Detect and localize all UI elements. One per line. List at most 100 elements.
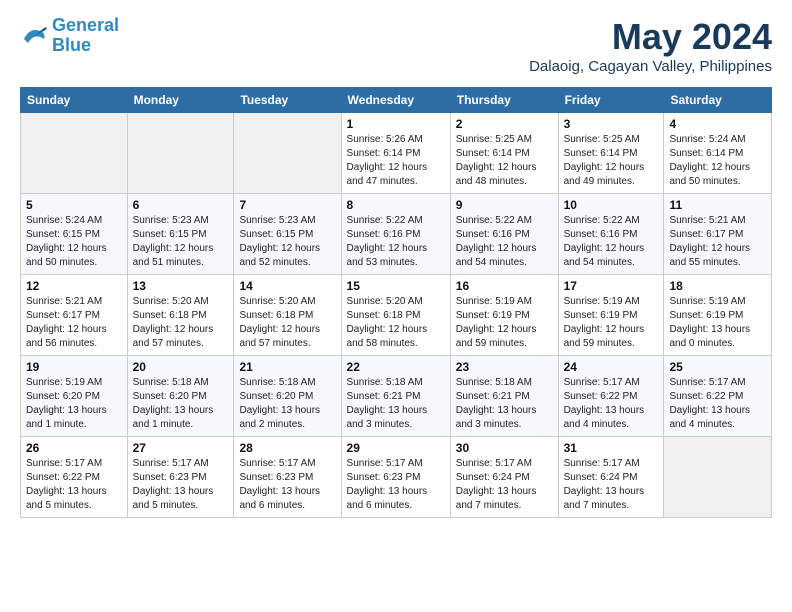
title-area: May 2024 Dalaoig, Cagayan Valley, Philip… [529, 16, 772, 75]
month-title: May 2024 [529, 16, 772, 58]
cell-info: Sunrise: 5:19 AMSunset: 6:19 PMDaylight:… [456, 295, 553, 351]
day-number: 4 [669, 117, 766, 131]
table-row: 8 Sunrise: 5:22 AMSunset: 6:16 PMDaylight… [341, 194, 450, 275]
day-number: 25 [669, 360, 766, 374]
cell-info: Sunrise: 5:21 AMSunset: 6:17 PMDaylight:… [26, 295, 122, 351]
day-number: 14 [239, 279, 335, 293]
cell-info: Sunrise: 5:23 AMSunset: 6:15 PMDaylight:… [239, 214, 335, 270]
day-number: 30 [456, 441, 553, 455]
logo-text: General Blue [52, 16, 119, 56]
table-row: 24 Sunrise: 5:17 AMSunset: 6:22 PMDayligh… [558, 356, 664, 437]
day-number: 16 [456, 279, 553, 293]
logo-blue: Blue [52, 35, 91, 55]
cell-info: Sunrise: 5:20 AMSunset: 6:18 PMDaylight:… [239, 295, 335, 351]
table-row: 26 Sunrise: 5:17 AMSunset: 6:22 PMDayligh… [21, 437, 128, 518]
day-number: 19 [26, 360, 122, 374]
table-row: 4 Sunrise: 5:24 AMSunset: 6:14 PMDaylight… [664, 113, 772, 194]
weekday-header-tuesday: Tuesday [234, 88, 341, 113]
day-number: 29 [347, 441, 445, 455]
table-row: 12Sunrise: 5:21 AMSunset: 6:17 PMDayligh… [21, 275, 128, 356]
table-row: 19Sunrise: 5:19 AMSunset: 6:20 PMDayligh… [21, 356, 128, 437]
table-row: 13 Sunrise: 5:20 AMSunset: 6:18 PMDayligh… [127, 275, 234, 356]
table-row: 28Sunrise: 5:17 AMSunset: 6:23 PMDayligh… [234, 437, 341, 518]
day-number: 20 [133, 360, 229, 374]
cell-info: Sunrise: 5:18 AMSunset: 6:20 PMDaylight:… [239, 376, 335, 432]
table-row: 17Sunrise: 5:19 AMSunset: 6:19 PMDayligh… [558, 275, 664, 356]
table-row: 23 Sunrise: 5:18 AMSunset: 6:21 PMDayligh… [450, 356, 558, 437]
cell-info: Sunrise: 5:21 AMSunset: 6:17 PMDaylight:… [669, 214, 766, 270]
weekday-header-friday: Friday [558, 88, 664, 113]
table-row: 2Sunrise: 5:25 AMSunset: 6:14 PMDaylight… [450, 113, 558, 194]
cell-info: Sunrise: 5:17 AMSunset: 6:23 PMDaylight:… [347, 457, 445, 513]
table-row: 27Sunrise: 5:17 AMSunset: 6:23 PMDayligh… [127, 437, 234, 518]
table-row: 15Sunrise: 5:20 AMSunset: 6:18 PMDayligh… [341, 275, 450, 356]
weekday-header-saturday: Saturday [664, 88, 772, 113]
day-number: 2 [456, 117, 553, 131]
cell-info: Sunrise: 5:22 AMSunset: 6:16 PMDaylight:… [347, 214, 445, 270]
day-number: 24 [564, 360, 659, 374]
table-row: 22Sunrise: 5:18 AMSunset: 6:21 PMDayligh… [341, 356, 450, 437]
table-row: 9 Sunrise: 5:22 AMSunset: 6:16 PMDaylight… [450, 194, 558, 275]
table-row: 16 Sunrise: 5:19 AMSunset: 6:19 PMDayligh… [450, 275, 558, 356]
day-number: 11 [669, 198, 766, 212]
cell-info: Sunrise: 5:17 AMSunset: 6:22 PMDaylight:… [26, 457, 122, 513]
week-row-4: 19Sunrise: 5:19 AMSunset: 6:20 PMDayligh… [21, 356, 772, 437]
cell-info: Sunrise: 5:24 AMSunset: 6:15 PMDaylight:… [26, 214, 122, 270]
cell-info: Sunrise: 5:18 AMSunset: 6:21 PMDaylight:… [347, 376, 445, 432]
day-number: 3 [564, 117, 659, 131]
logo: General Blue [20, 16, 119, 56]
day-number: 18 [669, 279, 766, 293]
day-number: 6 [133, 198, 229, 212]
table-row: 18 Sunrise: 5:19 AMSunset: 6:19 PMDayligh… [664, 275, 772, 356]
cell-info: Sunrise: 5:19 AMSunset: 6:19 PMDaylight:… [669, 295, 766, 351]
logo-general: General [52, 15, 119, 35]
location-title: Dalaoig, Cagayan Valley, Philippines [529, 58, 772, 75]
table-row: 3 Sunrise: 5:25 AMSunset: 6:14 PMDaylight… [558, 113, 664, 194]
cell-info: Sunrise: 5:23 AMSunset: 6:15 PMDaylight:… [133, 214, 229, 270]
table-row: 6 Sunrise: 5:23 AMSunset: 6:15 PMDaylight… [127, 194, 234, 275]
table-row: 11 Sunrise: 5:21 AMSunset: 6:17 PMDayligh… [664, 194, 772, 275]
day-number: 21 [239, 360, 335, 374]
table-row: 10Sunrise: 5:22 AMSunset: 6:16 PMDayligh… [558, 194, 664, 275]
day-number: 15 [347, 279, 445, 293]
cell-info: Sunrise: 5:17 AMSunset: 6:22 PMDaylight:… [669, 376, 766, 432]
day-number: 9 [456, 198, 553, 212]
table-row: 30 Sunrise: 5:17 AMSunset: 6:24 PMDayligh… [450, 437, 558, 518]
table-row: 20Sunrise: 5:18 AMSunset: 6:20 PMDayligh… [127, 356, 234, 437]
table-row: 7 Sunrise: 5:23 AMSunset: 6:15 PMDaylight… [234, 194, 341, 275]
day-number: 7 [239, 198, 335, 212]
day-number: 26 [26, 441, 122, 455]
day-number: 10 [564, 198, 659, 212]
week-row-1: 1Sunrise: 5:26 AMSunset: 6:14 PMDaylight… [21, 113, 772, 194]
cell-info: Sunrise: 5:18 AMSunset: 6:21 PMDaylight:… [456, 376, 553, 432]
cell-info: Sunrise: 5:22 AMSunset: 6:16 PMDaylight:… [456, 214, 553, 270]
week-row-5: 26 Sunrise: 5:17 AMSunset: 6:22 PMDayligh… [21, 437, 772, 518]
cell-info: Sunrise: 5:17 AMSunset: 6:22 PMDaylight:… [564, 376, 659, 432]
cell-info: Sunrise: 5:17 AMSunset: 6:24 PMDaylight:… [456, 457, 553, 513]
table-row: 29 Sunrise: 5:17 AMSunset: 6:23 PMDayligh… [341, 437, 450, 518]
table-row [21, 113, 128, 194]
cell-info: Sunrise: 5:17 AMSunset: 6:23 PMDaylight:… [239, 457, 335, 513]
cell-info: Sunrise: 5:17 AMSunset: 6:24 PMDaylight:… [564, 457, 659, 513]
cell-info: Sunrise: 5:24 AMSunset: 6:14 PMDaylight:… [669, 133, 766, 189]
day-number: 13 [133, 279, 229, 293]
header: General Blue May 2024 Dalaoig, Cagayan V… [20, 16, 772, 75]
day-number: 27 [133, 441, 229, 455]
calendar-table: SundayMondayTuesdayWednesdayThursdayFrid… [20, 87, 772, 518]
day-number: 23 [456, 360, 553, 374]
table-row: 14 Sunrise: 5:20 AMSunset: 6:18 PMDayligh… [234, 275, 341, 356]
weekday-header-row: SundayMondayTuesdayWednesdayThursdayFrid… [21, 88, 772, 113]
table-row: 25 Sunrise: 5:17 AMSunset: 6:22 PMDayligh… [664, 356, 772, 437]
table-row: 5 Sunrise: 5:24 AMSunset: 6:15 PMDaylight… [21, 194, 128, 275]
table-row: 21 Sunrise: 5:18 AMSunset: 6:20 PMDayligh… [234, 356, 341, 437]
day-number: 5 [26, 198, 122, 212]
weekday-header-monday: Monday [127, 88, 234, 113]
day-number: 17 [564, 279, 659, 293]
cell-info: Sunrise: 5:25 AMSunset: 6:14 PMDaylight:… [564, 133, 659, 189]
day-number: 1 [347, 117, 445, 131]
week-row-3: 12Sunrise: 5:21 AMSunset: 6:17 PMDayligh… [21, 275, 772, 356]
day-number: 8 [347, 198, 445, 212]
table-row [664, 437, 772, 518]
cell-info: Sunrise: 5:20 AMSunset: 6:18 PMDaylight:… [133, 295, 229, 351]
weekday-header-wednesday: Wednesday [341, 88, 450, 113]
